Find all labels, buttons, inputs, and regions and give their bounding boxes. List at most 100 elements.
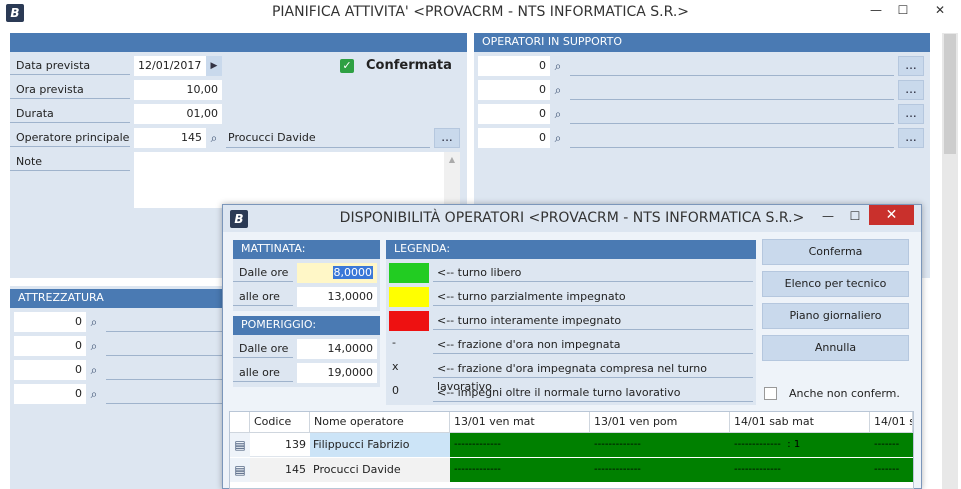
attrezzatura-name	[106, 384, 224, 404]
note-textarea[interactable]	[134, 152, 444, 208]
data-prevista-label: Data prevista	[10, 57, 130, 75]
supporto-code-field[interactable]: 0	[478, 104, 550, 124]
search-icon[interactable]: ⌕	[550, 128, 566, 148]
pomeriggio-dalle-label: Dalle ore	[233, 340, 293, 358]
close-icon[interactable]: ✕	[930, 2, 950, 18]
search-icon[interactable]: ⌕	[86, 312, 102, 332]
legend-symbol-dash: -	[392, 336, 396, 349]
grid-cell-nome[interactable]: Procucci Davide	[310, 458, 450, 482]
piano-giornaliero-button[interactable]: Piano giornaliero	[762, 303, 909, 329]
grid-cell-avail[interactable]: ------------- : 1	[730, 433, 870, 457]
note-label: Note	[10, 153, 130, 171]
supporto-browse-button[interactable]: ...	[898, 104, 924, 124]
grid-col-1401-mat[interactable]: 14/01 sab mat	[730, 412, 870, 433]
operatore-principale-label: Operatore principale	[10, 129, 130, 147]
maximize-icon[interactable]: ☐	[893, 2, 913, 18]
grid-cell-avail[interactable]: -------------	[450, 433, 590, 457]
legend-yellow-swatch	[389, 287, 429, 307]
attrezzatura-code-field[interactable]: 0	[14, 360, 86, 380]
mattinata-dalle-field[interactable]: 8,0000	[297, 263, 377, 283]
supporto-browse-button[interactable]: ...	[898, 80, 924, 100]
grid-cell-codice[interactable]: 145	[250, 458, 310, 482]
row-selector-icon[interactable]: ▤	[230, 433, 250, 457]
confermata-checkbox-icon[interactable]: ✓	[340, 59, 354, 73]
search-icon[interactable]: ⌕	[206, 128, 222, 148]
annulla-button[interactable]: Annulla	[762, 335, 909, 361]
pomeriggio-dalle-field[interactable]: 14,0000	[297, 339, 377, 359]
legend-green-swatch	[389, 263, 429, 283]
legenda-header: LEGENDA:	[386, 240, 756, 259]
minimize-icon[interactable]: —	[866, 2, 886, 18]
conferma-button[interactable]: Conferma	[762, 239, 909, 265]
ora-prevista-field[interactable]: 10,00	[134, 80, 222, 100]
attrezzatura-name	[106, 336, 224, 356]
grid-cell-avail[interactable]: -------------	[450, 458, 590, 482]
operatore-browse-button[interactable]: ...	[434, 128, 460, 148]
legend-frazione-impegnata: <-- frazione d'ora impegnata compresa ne…	[433, 360, 753, 393]
supporto-code-field[interactable]: 0	[478, 56, 550, 76]
main-window-title: PIANIFICA ATTIVITA' <PROVACRM - NTS INFO…	[271, 4, 690, 20]
search-icon[interactable]: ⌕	[550, 80, 566, 100]
supporto-code-field[interactable]: 0	[478, 80, 550, 100]
supporto-code-field[interactable]: 0	[478, 128, 550, 148]
row-selector-icon[interactable]: ▤	[230, 458, 250, 482]
legend-frazione-non-impegnata: <-- frazione d'ora non impegnata	[433, 336, 753, 354]
mattinata-dalle-selected-text: 8,0000	[332, 266, 373, 279]
operatore-code-field[interactable]: 145	[134, 128, 206, 148]
operatori-supporto-header: OPERATORI IN SUPPORTO	[474, 33, 930, 52]
main-form-header	[10, 33, 467, 52]
mattinata-header: MATTINATA:	[233, 240, 380, 259]
main-scrollbar-thumb[interactable]	[944, 34, 956, 154]
dialog-title: DISPONIBILITÀ OPERATORI <PROVACRM - NTS …	[339, 210, 805, 226]
search-icon[interactable]: ⌕	[86, 360, 102, 380]
attrezzatura-name	[106, 312, 224, 332]
supporto-name	[570, 56, 894, 76]
legend-turno-parziale: <-- turno parzialmente impegnato	[433, 288, 753, 306]
grid-cell-nome-selected[interactable]: Filippucci Fabrizio	[310, 433, 450, 457]
search-icon[interactable]: ⌕	[550, 104, 566, 124]
grid-col-nome[interactable]: Nome operatore	[310, 412, 450, 433]
grid-cell-codice[interactable]: 139	[250, 433, 310, 457]
grid-cell-avail[interactable]: -------	[870, 433, 913, 457]
date-picker-arrow-icon[interactable]: ▶	[206, 56, 222, 76]
ora-prevista-label: Ora prevista	[10, 81, 130, 99]
note-scrollbar[interactable]: ▲	[444, 152, 460, 208]
attrezzatura-code-field[interactable]: 0	[14, 336, 86, 356]
legend-red-swatch	[389, 311, 429, 331]
anche-non-conferm-label: Anche non conferm.	[789, 387, 900, 400]
grid-row-header-corner	[230, 412, 250, 433]
dialog-maximize-icon[interactable]: ☐	[845, 208, 865, 224]
grid-cell-avail[interactable]: -------	[870, 458, 913, 482]
attrezzatura-header: ATTREZZATURA	[10, 289, 225, 308]
operatore-name: Procucci Davide	[226, 128, 430, 148]
supporto-name	[570, 104, 894, 124]
pomeriggio-header: POMERIGGIO:	[233, 316, 380, 335]
data-prevista-field[interactable]: 12/01/2017	[134, 56, 206, 76]
pomeriggio-alle-label: alle ore	[233, 364, 293, 382]
attrezzatura-code-field[interactable]: 0	[14, 312, 86, 332]
grid-cell-avail[interactable]: -------------	[730, 458, 870, 482]
elenco-per-tecnico-button[interactable]: Elenco per tecnico	[762, 271, 909, 297]
supporto-name	[570, 128, 894, 148]
grid-col-codice[interactable]: Codice	[250, 412, 310, 433]
anche-non-conferm-checkbox[interactable]	[764, 387, 777, 400]
grid-cell-avail[interactable]: -------------	[590, 458, 730, 482]
confermata-label: Confermata	[366, 58, 452, 73]
legend-impegni-oltre: <-- impegni oltre il normale turno lavor…	[433, 384, 753, 402]
search-icon[interactable]: ⌕	[550, 56, 566, 76]
pomeriggio-alle-field[interactable]: 19,0000	[297, 363, 377, 383]
supporto-browse-button[interactable]: ...	[898, 56, 924, 76]
dialog-close-icon[interactable]: ✕	[869, 205, 914, 225]
grid-col-1301-pom[interactable]: 13/01 ven pom	[590, 412, 730, 433]
attrezzatura-code-field[interactable]: 0	[14, 384, 86, 404]
search-icon[interactable]: ⌕	[86, 384, 102, 404]
supporto-browse-button[interactable]: ...	[898, 128, 924, 148]
mattinata-alle-field[interactable]: 13,0000	[297, 287, 377, 307]
legend-symbol-x: x	[392, 360, 399, 373]
durata-field[interactable]: 01,00	[134, 104, 222, 124]
grid-col-1301-mat[interactable]: 13/01 ven mat	[450, 412, 590, 433]
grid-cell-avail[interactable]: -------------	[590, 433, 730, 457]
dialog-minimize-icon[interactable]: —	[818, 208, 838, 224]
search-icon[interactable]: ⌕	[86, 336, 102, 356]
grid-col-1401-sa[interactable]: 14/01 sa	[870, 412, 913, 433]
